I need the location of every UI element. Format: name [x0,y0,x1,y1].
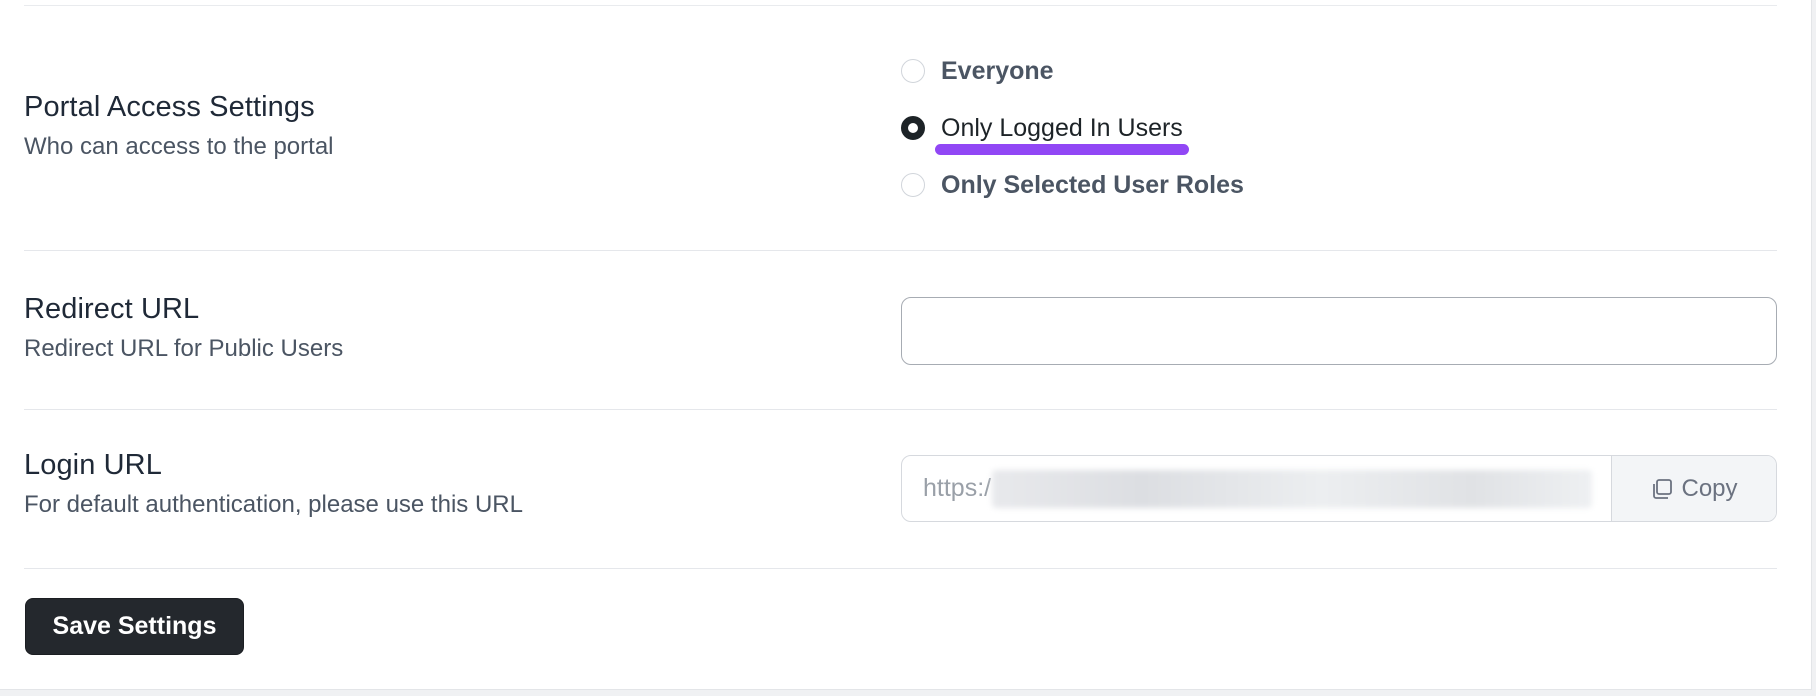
portal-access-label-group: Portal Access Settings Who can access to… [24,90,844,162]
redirect-url-title: Redirect URL [24,293,200,325]
redirect-url-label-group: Redirect URL Redirect URL for Public Use… [24,292,844,364]
login-url-text: https:/ [923,474,992,502]
login-url-title: Login URL [24,449,162,481]
login-url-description: For default authentication, please use t… [24,490,523,518]
redirect-url-row: Redirect URL Redirect URL for Public Use… [24,252,1777,410]
highlight-annotation [935,144,1189,155]
radio-button-everyone[interactable] [901,59,925,83]
portal-access-title: Portal Access Settings [24,91,315,123]
radio-button-only-selected-user-roles[interactable] [901,173,925,197]
radio-option-only-selected-user-roles[interactable]: Only Selected User Roles [901,170,1244,200]
redacted-url-blur [992,470,1592,508]
copy-button-label: Copy [1681,474,1738,502]
login-url-field[interactable]: https:/ [902,456,1611,521]
settings-panel: Portal Access Settings Who can access to… [0,0,1812,690]
login-url-row: Login URL For default authentication, pl… [24,411,1777,569]
radio-label-everyone: Everyone [941,57,1054,85]
portal-access-row: Portal Access Settings Who can access to… [24,6,1777,251]
radio-option-only-logged-in-users[interactable]: Only Logged In Users [901,113,1189,155]
login-url-label-group: Login URL For default authentication, pl… [24,448,844,520]
save-settings-button[interactable]: Save Settings [25,598,244,655]
radio-label-only-logged-in-users: Only Logged In Users [935,113,1189,155]
copy-button[interactable]: Copy [1611,456,1776,521]
redirect-url-description: Redirect URL for Public Users [24,334,344,362]
portal-access-description: Who can access to the portal [24,132,334,160]
radio-label-text: Only Logged In Users [941,114,1183,142]
radio-option-everyone[interactable]: Everyone [901,56,1054,86]
radio-label-only-selected-user-roles: Only Selected User Roles [941,171,1244,199]
radio-button-only-logged-in-users[interactable] [901,116,925,140]
copy-icon [1653,478,1673,499]
login-url-group: https:/ Copy [901,455,1777,522]
redirect-url-input[interactable] [901,297,1777,365]
